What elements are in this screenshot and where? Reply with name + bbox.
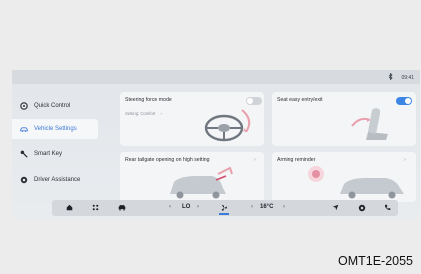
- phone-icon[interactable]: [384, 204, 391, 211]
- steering-wheel-icon: [20, 102, 28, 110]
- status-bar: 09:41: [12, 70, 420, 84]
- card-title: Arming reminder: [277, 157, 316, 163]
- sidebar-item-label: Vehicle Settings: [34, 126, 77, 132]
- fan-icon[interactable]: [220, 204, 228, 212]
- sidebar-item-quick-control[interactable]: Quick Control: [12, 96, 98, 116]
- fan-active-indicator: [219, 213, 229, 215]
- temperature-increase-button[interactable]: ›: [280, 204, 288, 210]
- temperature-value: 16°C: [260, 204, 274, 210]
- sidebar-item-label: Quick Control: [34, 103, 71, 109]
- tailgate-car-illustration: [170, 166, 233, 199]
- home-icon[interactable]: [66, 204, 73, 211]
- sidebar-item-label: Smart Key: [34, 151, 63, 157]
- card-title: Rear tailgate opening on high setting: [125, 157, 210, 163]
- bluetooth-icon: [388, 72, 394, 82]
- seat-easy-entry-toggle[interactable]: [396, 97, 412, 105]
- steering-force-toggle[interactable]: [246, 97, 262, 105]
- clock: 09:41: [401, 74, 414, 81]
- infotainment-screen: 09:41 Quick Control Vehicle Settings Sma…: [12, 70, 420, 218]
- steering-force-card[interactable]: Steering force mode Setting: Comfort ›: [120, 92, 264, 146]
- card-title: Steering force mode: [125, 97, 172, 103]
- apps-icon[interactable]: [92, 204, 99, 211]
- seat-easy-entry-card[interactable]: Seat easy entry/exit: [272, 92, 416, 146]
- chevron-right-icon: ›: [404, 157, 406, 163]
- bottom-dock: ‹ LO › ‹ 16°C ›: [52, 200, 398, 216]
- sidebar-item-smart-key[interactable]: Smart Key: [12, 144, 98, 164]
- temperature-decrease-button[interactable]: ‹: [248, 204, 256, 210]
- card-title: Seat easy entry/exit: [277, 97, 323, 103]
- car-icon[interactable]: [118, 204, 126, 211]
- steering-wheel-illustration: [204, 109, 251, 142]
- driver-assist-icon: [20, 176, 28, 184]
- fan-increase-button[interactable]: ›: [194, 204, 202, 210]
- sidebar: Quick Control Vehicle Settings Smart Key…: [12, 84, 108, 200]
- sidebar-item-vehicle-settings[interactable]: Vehicle Settings: [12, 119, 98, 139]
- rear-tailgate-card[interactable]: Rear tailgate opening on high setting ›: [120, 152, 264, 202]
- status-indicators: 09:41: [388, 72, 414, 82]
- chevron-right-icon: ›: [254, 157, 256, 163]
- page: 09:41 Quick Control Vehicle Settings Sma…: [0, 0, 421, 274]
- navigation-icon[interactable]: [332, 204, 339, 211]
- arming-car-illustration: [308, 166, 404, 199]
- car-icon: [20, 125, 28, 133]
- steering-force-setting[interactable]: Setting: Comfort ›: [125, 111, 162, 116]
- figure-caption: OMT1E-2055: [337, 254, 413, 268]
- sidebar-item-label: Driver Assistance: [34, 177, 81, 183]
- sidebar-item-driver-assistance[interactable]: Driver Assistance: [12, 170, 98, 190]
- settings-icon[interactable]: [358, 204, 366, 212]
- fan-decrease-button[interactable]: ‹: [166, 204, 174, 210]
- key-icon: [20, 150, 28, 158]
- arming-reminder-card[interactable]: Arming reminder ›: [272, 152, 416, 202]
- fan-level: LO: [182, 204, 191, 210]
- seat-illustration: [351, 108, 388, 140]
